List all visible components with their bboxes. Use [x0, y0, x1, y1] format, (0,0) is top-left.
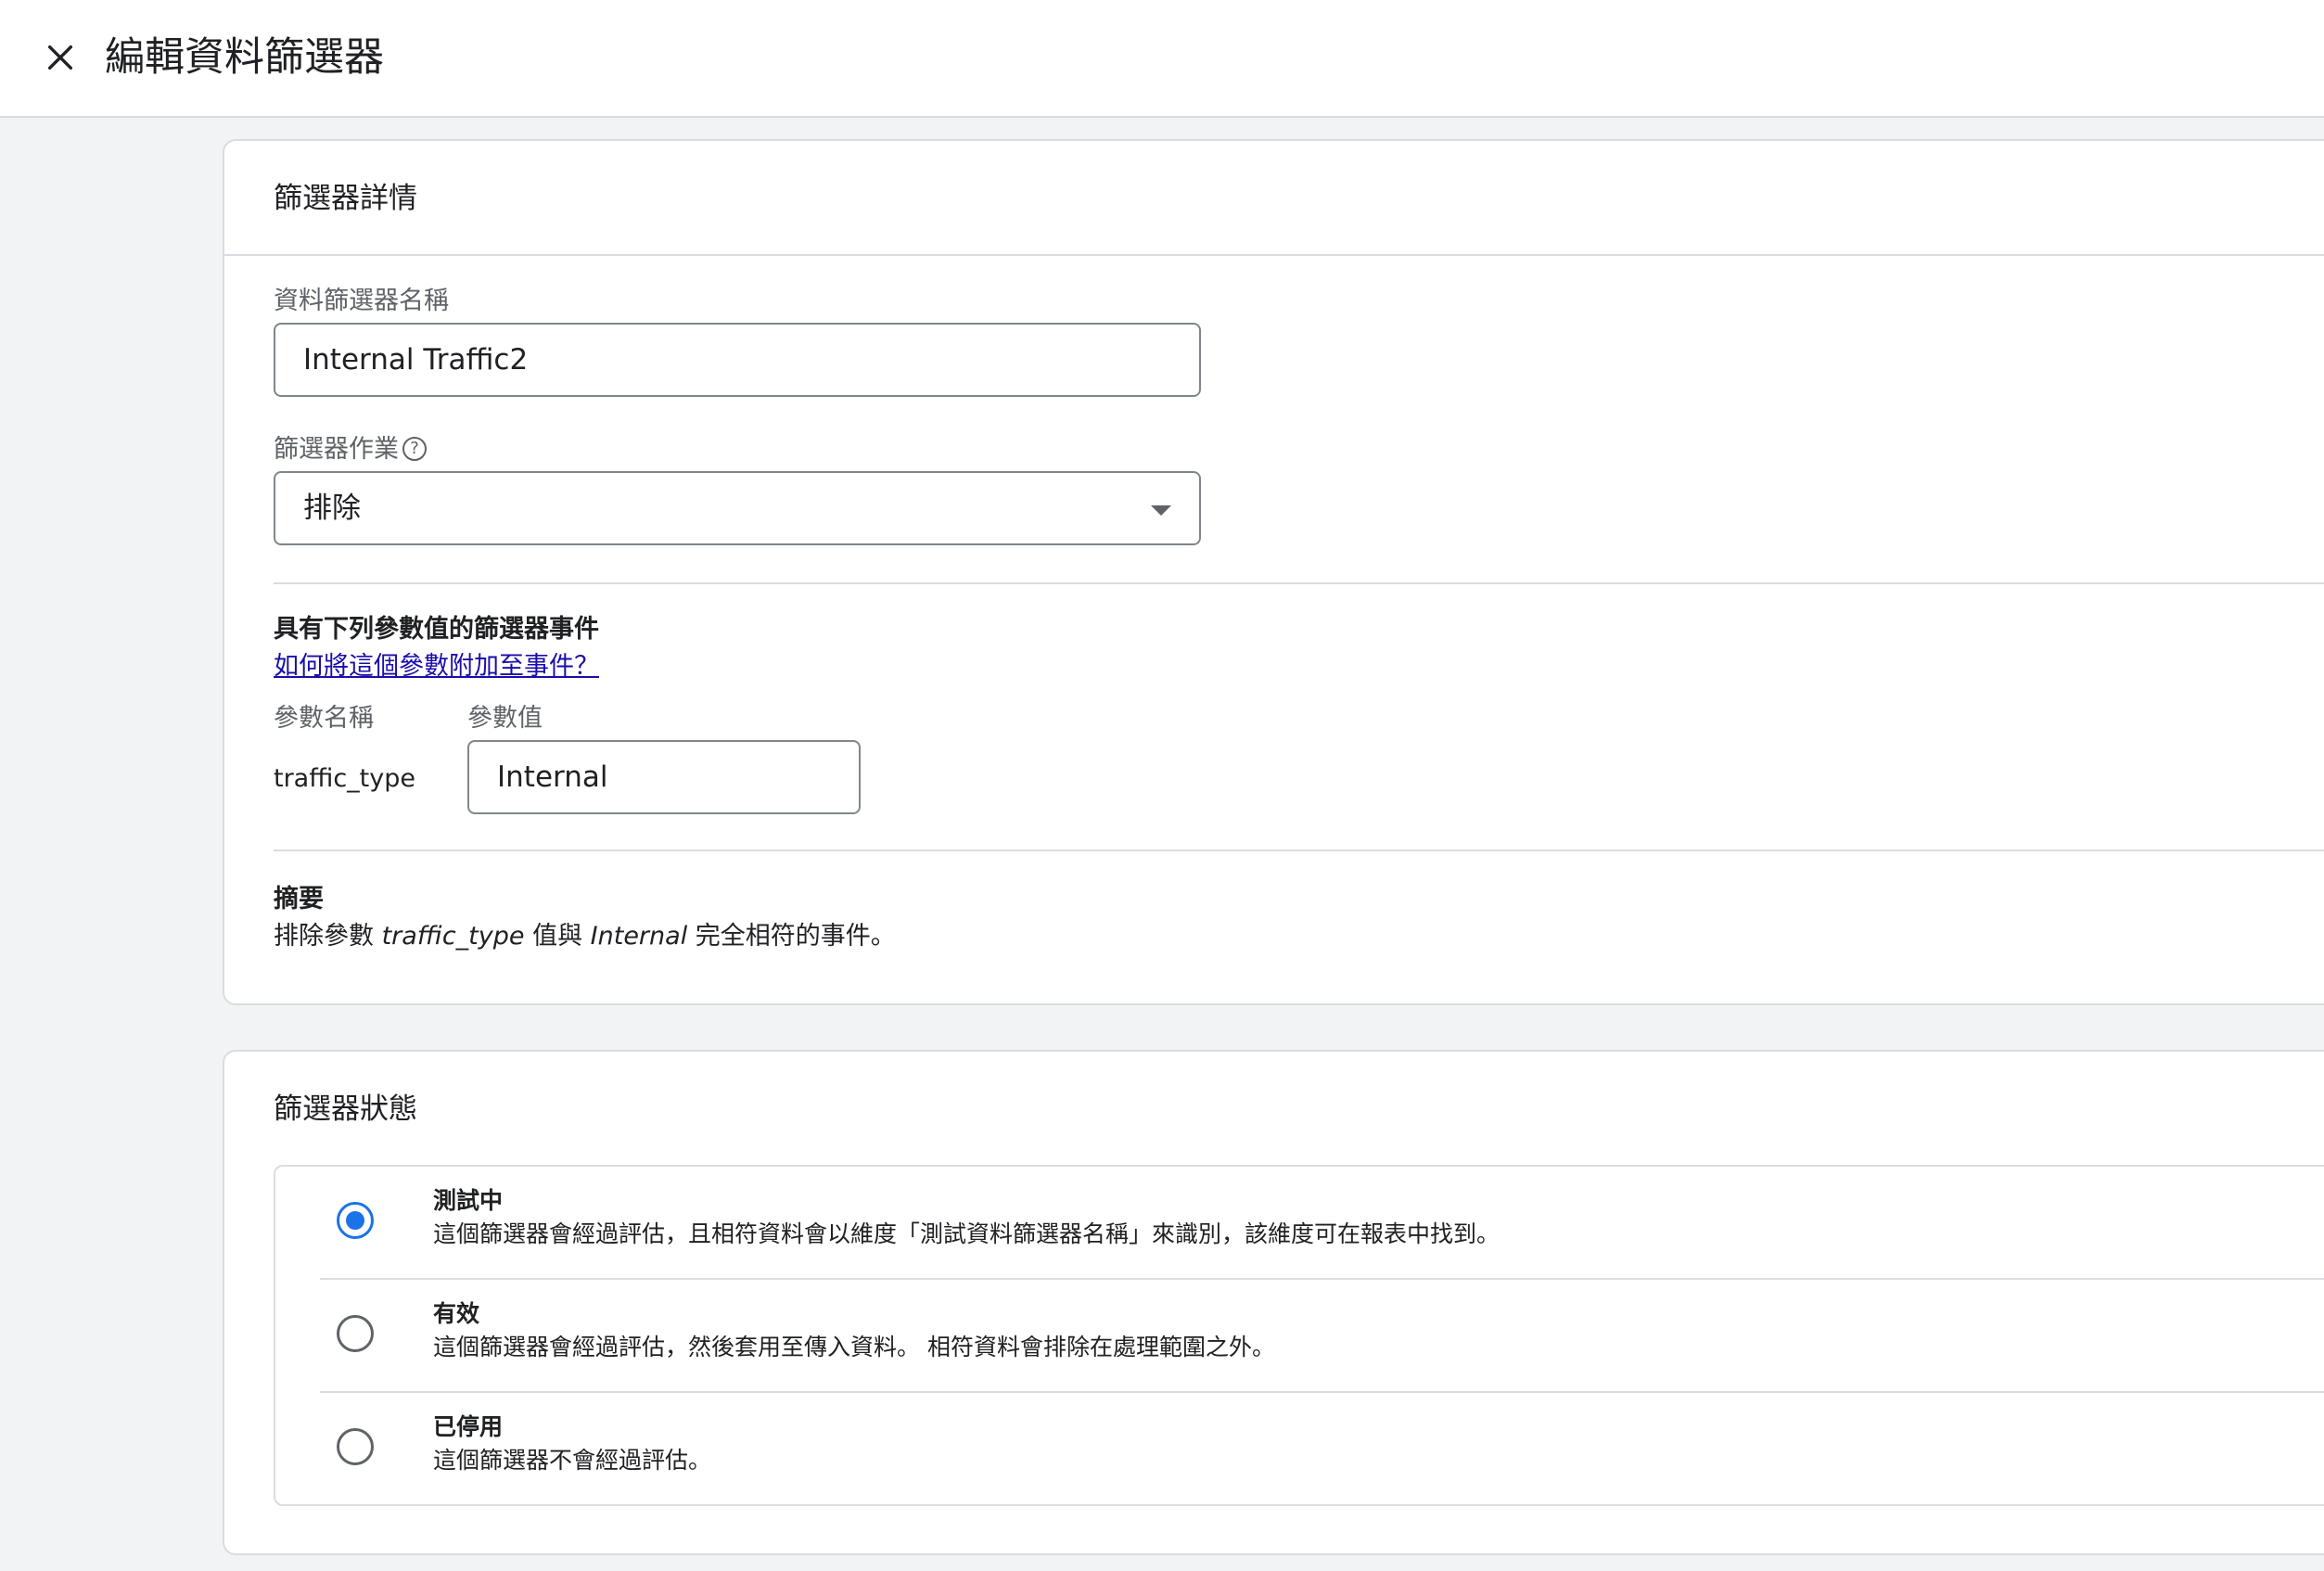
- top-app-bar: 編輯資料篩選器: [0, 0, 2324, 118]
- status-option-disabled[interactable]: 已停用 這個篩選器不會經過評估。: [275, 1393, 2324, 1506]
- status-option-testing[interactable]: 測試中 這個篩選器會經過評估，且相符資料會以維度「測試資料篩選器名稱」來識別，該…: [275, 1167, 2324, 1280]
- summary-text: 排除參數 traffic_type 值與 Internal 完全相符的事件。: [274, 920, 896, 953]
- option-description: 這個篩選器會經過評估，且相符資料會以維度「測試資料篩選器名稱」來識別，該維度可在…: [433, 1220, 1500, 1247]
- option-description: 這個篩選器不會經過評估。: [433, 1447, 712, 1474]
- status-options: 測試中 這個篩選器會經過評估，且相符資料會以維度「測試資料篩選器名稱」來識別，該…: [274, 1165, 2324, 1506]
- summary-param: traffic_type: [381, 922, 525, 951]
- summary-value: Internal: [590, 922, 688, 951]
- section-divider: [274, 849, 2324, 851]
- filter-status-card: 篩選器狀態 測試中 這個篩選器會經過評估，且相符資料會以維度「測試資料篩選器名稱…: [223, 1050, 2324, 1555]
- close-icon: [47, 45, 73, 70]
- card-title: 篩選器詳情: [274, 182, 417, 215]
- param-name: traffic_type: [274, 764, 415, 793]
- radio-button[interactable]: [337, 1315, 374, 1352]
- filter-name-label: 資料篩選器名稱: [274, 287, 449, 315]
- param-value-label: 參數值: [467, 704, 543, 733]
- status-option-active[interactable]: 有效 這個篩選器會經過評估，然後套用至傳入資料。 相符資料會排除在處理範圍之外。: [275, 1280, 2324, 1393]
- option-title: 已停用: [433, 1413, 504, 1440]
- radio-button[interactable]: [337, 1202, 374, 1239]
- filter-details-card: 篩選器詳情 資料篩選器名稱 篩選器作業? 排除 具有下列參數值的篩選器事件 如何…: [223, 139, 2324, 1005]
- page-title: 編輯資料篩選器: [105, 34, 384, 81]
- card-header: 篩選器詳情: [224, 141, 2324, 256]
- summary-suffix: 完全相符的事件。: [687, 922, 896, 951]
- option-description: 這個篩選器會經過評估，然後套用至傳入資料。 相符資料會排除在處理範圍之外。: [433, 1334, 1275, 1360]
- param-name-label: 參數名稱: [274, 704, 374, 733]
- select-value: 排除: [303, 492, 361, 525]
- radio-button[interactable]: [337, 1428, 374, 1465]
- filter-operation-select[interactable]: 排除: [274, 471, 1201, 545]
- summary-heading: 摘要: [274, 885, 324, 913]
- help-icon[interactable]: ?: [402, 436, 427, 461]
- card-title: 篩選器狀態: [274, 1092, 417, 1126]
- close-button[interactable]: [35, 32, 85, 83]
- filter-operation-label-text: 篩選器作業: [274, 435, 399, 464]
- dropdown-arrow-icon: [1151, 505, 1171, 516]
- option-title: 測試中: [433, 1187, 504, 1214]
- summary-mid: 值與: [524, 922, 591, 951]
- param-value-input[interactable]: [467, 740, 861, 814]
- summary-prefix: 排除參數: [274, 922, 382, 951]
- card-header: 篩選器狀態: [224, 1052, 2324, 1167]
- section-divider: [274, 582, 2324, 584]
- filter-name-input[interactable]: [274, 323, 1201, 397]
- param-help-link[interactable]: 如何將這個參數附加至事件？: [274, 650, 599, 683]
- option-title: 有效: [433, 1300, 480, 1327]
- events-heading: 具有下列參數值的篩選器事件: [274, 615, 599, 644]
- filter-operation-label: 篩選器作業?: [274, 433, 427, 466]
